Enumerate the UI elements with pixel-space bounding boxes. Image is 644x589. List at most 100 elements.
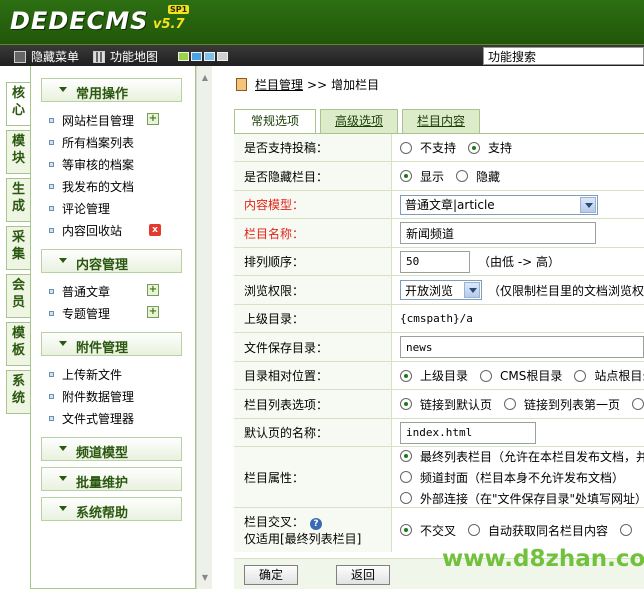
- content-model-select[interactable]: 普通文章|article: [400, 194, 598, 215]
- radio-not-support[interactable]: 不支持: [400, 139, 456, 156]
- menu-item-my-docs[interactable]: 我发布的文档: [49, 178, 134, 195]
- sidetab-system[interactable]: 系统: [6, 370, 30, 414]
- menu-item-articles[interactable]: 普通文章: [49, 283, 110, 300]
- breadcrumb-current: 增加栏目: [331, 78, 380, 92]
- radio-no-cross[interactable]: 不交叉: [400, 522, 456, 539]
- radio-manual-cross[interactable]: [620, 524, 640, 536]
- sidetab-module[interactable]: 模块: [6, 130, 30, 174]
- menu-scrollbar[interactable]: ▲ ▼: [196, 66, 212, 589]
- breadcrumb-separator: >>: [307, 77, 328, 92]
- add-column-form: 是否支持投稿： 不支持 支持 是否隐藏栏目： 显示 隐藏 内容模型： 普通文章|…: [234, 133, 644, 552]
- bullet-icon: [49, 394, 54, 399]
- menu-group-content[interactable]: 内容管理: [41, 249, 182, 273]
- breadcrumb: 栏目管理 >> 增加栏目: [236, 76, 379, 93]
- radio-external-link[interactable]: 外部连接（在"文件保存目录"处填写网址）: [400, 490, 644, 507]
- skin-color-switcher: [178, 52, 228, 61]
- bullet-icon: [49, 118, 54, 123]
- chevron-down-icon: [59, 341, 67, 346]
- radio-link-other[interactable]: [632, 398, 644, 410]
- hide-menu-icon: [14, 50, 26, 63]
- add-topic-icon[interactable]: +: [147, 306, 159, 318]
- menu-item-comments[interactable]: 评论管理: [49, 200, 110, 217]
- bullet-icon: [49, 228, 54, 233]
- scroll-down-icon[interactable]: ▼: [199, 572, 211, 584]
- menu-item-attachment-data[interactable]: 附件数据管理: [49, 388, 134, 405]
- top-toolbar: 隐藏菜单 功能地图: [0, 44, 644, 66]
- sort-order-input[interactable]: 50: [400, 250, 470, 273]
- menu-item-all-archives[interactable]: 所有档案列表: [49, 134, 134, 151]
- menu-group-common[interactable]: 常用操作: [41, 78, 182, 102]
- confirm-button[interactable]: 确定: [244, 565, 298, 585]
- site-map-label: 功能地图: [110, 50, 159, 64]
- row-content-model: 内容模型： 普通文章|article: [234, 191, 644, 219]
- menu-item-pending-archives[interactable]: 等审核的档案: [49, 156, 134, 173]
- menu-group-channel-model[interactable]: 频道模型: [41, 437, 182, 461]
- breadcrumb-link-column[interactable]: 栏目管理: [255, 76, 303, 93]
- menu-item-upload-file[interactable]: 上传新文件: [49, 366, 122, 383]
- back-button[interactable]: 返回: [336, 565, 390, 585]
- sidetab-member[interactable]: 会员: [6, 274, 30, 318]
- skin-color-1[interactable]: [178, 52, 189, 61]
- radio-final-list[interactable]: 最终列表栏目（允许在本栏目发布文档，并: [400, 448, 644, 465]
- radio-support[interactable]: 支持: [468, 139, 512, 156]
- site-map-button[interactable]: 功能地图: [93, 48, 158, 65]
- sidetab-template[interactable]: 模板: [6, 322, 30, 366]
- watermark: www.d8zhan.com: [442, 546, 644, 572]
- radio-link-first-page[interactable]: 链接到列表第一页: [504, 396, 620, 413]
- row-column-attributes: 栏目属性： 最终列表栏目（允许在本栏目发布文档，并 频道封面（栏目本身不允许发布…: [234, 447, 644, 508]
- bullet-icon: [49, 311, 54, 316]
- menu-item-recycle-bin[interactable]: 内容回收站: [49, 222, 122, 239]
- site-map-icon: [93, 50, 105, 63]
- menu-item-topics[interactable]: 专题管理: [49, 305, 110, 322]
- radio-hide[interactable]: 隐藏: [456, 168, 500, 185]
- hide-menu-button[interactable]: 隐藏菜单: [14, 48, 79, 65]
- radio-cms-root[interactable]: CMS根目录: [480, 367, 562, 384]
- chevron-down-icon: [59, 87, 67, 92]
- bullet-icon: [49, 206, 54, 211]
- radio-site-root[interactable]: 站点根目录: [574, 367, 644, 384]
- column-name-input[interactable]: 新闻频道: [400, 222, 596, 244]
- menu-group-attachments[interactable]: 附件管理: [41, 332, 182, 356]
- parent-dir-value: {cmspath}/a: [400, 312, 473, 325]
- add-article-icon[interactable]: +: [147, 284, 159, 296]
- function-search-input[interactable]: [483, 47, 644, 65]
- browse-permission-select[interactable]: 开放浏览: [400, 280, 482, 300]
- help-icon[interactable]: ?: [310, 518, 323, 530]
- radio-parent-dir[interactable]: 上级目录: [400, 367, 468, 384]
- sidetab-collect[interactable]: 采集: [6, 226, 30, 270]
- tab-general[interactable]: 常规选项: [234, 109, 316, 134]
- row-default-page: 默认页的名称： index.html: [234, 419, 644, 447]
- bullet-icon: [49, 372, 54, 377]
- menu-item-file-manager[interactable]: 文件式管理器: [49, 410, 134, 427]
- chevron-down-icon: [59, 476, 67, 481]
- row-column-name: 栏目名称： 新闻频道: [234, 219, 644, 248]
- permission-hint: （仅限制栏目里的文档浏览权: [487, 283, 644, 298]
- radio-link-default[interactable]: 链接到默认页: [400, 396, 492, 413]
- menu-group-batch[interactable]: 批量维护: [41, 467, 182, 491]
- row-dir-relative: 目录相对位置： 上级目录 CMS根目录 站点根目录: [234, 362, 644, 390]
- row-sort-order: 排列顺序： 50 （由低 -> 高）: [234, 248, 644, 276]
- skin-color-4[interactable]: [217, 52, 228, 61]
- sidetab-generate[interactable]: 生成: [6, 178, 30, 222]
- scroll-up-icon[interactable]: ▲: [199, 72, 211, 84]
- clear-recycle-icon[interactable]: x: [149, 224, 161, 236]
- save-dir-input[interactable]: news: [400, 336, 644, 358]
- tab-column-content[interactable]: 栏目内容: [402, 109, 480, 133]
- radio-show[interactable]: 显示: [400, 168, 444, 185]
- row-save-dir: 文件保存目录： news: [234, 333, 644, 362]
- add-column-icon[interactable]: +: [147, 113, 159, 125]
- skin-color-3[interactable]: [204, 52, 215, 61]
- menu-group-help[interactable]: 系统帮助: [41, 497, 182, 521]
- radio-channel-cover[interactable]: 频道封面（栏目本身不允许发布文档）: [400, 469, 624, 486]
- menu-item-column-manage[interactable]: 网站栏目管理: [49, 112, 134, 129]
- radio-auto-cross[interactable]: 自动获取同名栏目内容: [468, 522, 608, 539]
- book-icon: [236, 78, 247, 91]
- dedecms-logo[interactable]: DEDECMS v5.7 SP1: [10, 5, 190, 37]
- bullet-icon: [49, 416, 54, 421]
- tab-advanced[interactable]: 高级选项: [320, 109, 398, 133]
- row-browse-permission: 浏览权限： 开放浏览 （仅限制栏目里的文档浏览权: [234, 276, 644, 305]
- chevron-down-icon: [59, 258, 67, 263]
- default-page-input[interactable]: index.html: [400, 421, 536, 444]
- skin-color-2[interactable]: [191, 52, 202, 61]
- sidetab-core[interactable]: 核心: [6, 82, 30, 126]
